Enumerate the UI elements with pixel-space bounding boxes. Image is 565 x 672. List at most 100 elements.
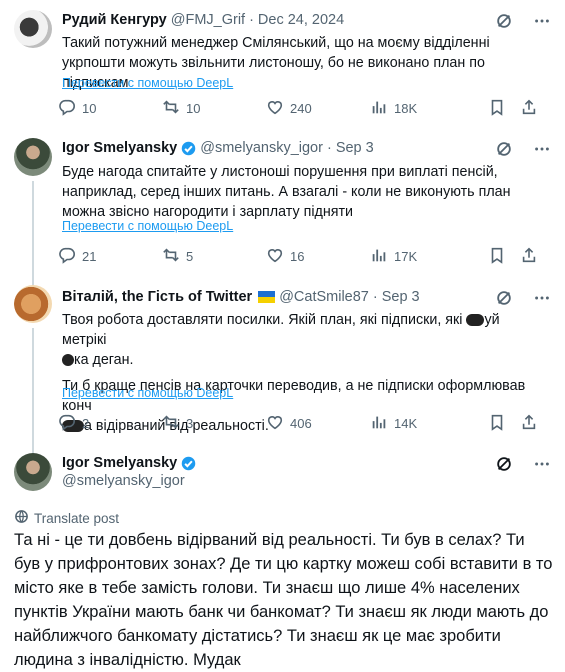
like-button[interactable]: 240 bbox=[266, 98, 370, 119]
text-fragment: Твоя робота доставляти посилки. Якій пла… bbox=[62, 312, 467, 328]
tweet-actions: 21 5 16 17K bbox=[58, 246, 538, 267]
reply-icon bbox=[58, 98, 76, 119]
translate-post-link[interactable]: Translate post bbox=[14, 509, 119, 527]
translate-deepl-link[interactable]: Перевести с помощью DeepL bbox=[62, 386, 233, 400]
tweet-text-line: Твоя робота доставляти посилки. Якій пла… bbox=[62, 310, 542, 350]
grok-icon[interactable] bbox=[495, 289, 513, 312]
bookmark-icon[interactable] bbox=[488, 413, 506, 434]
avatar[interactable] bbox=[14, 10, 52, 48]
separator: · bbox=[326, 140, 332, 156]
tweet-actions: 2 3 406 14K bbox=[58, 413, 538, 434]
translate-deepl-link[interactable]: Перевести с помощью DeepL bbox=[62, 76, 233, 90]
separator: · bbox=[372, 289, 378, 305]
author-name[interactable]: Igor Smelyansky bbox=[62, 455, 177, 471]
reply-count: 10 bbox=[82, 101, 97, 116]
translate-deepl-link[interactable]: Перевести с помощью DeepL bbox=[62, 219, 233, 233]
retweet-count: 5 bbox=[186, 249, 194, 264]
reply-button[interactable]: 21 bbox=[58, 246, 162, 267]
tweet-text: Буде нагода спитайте у листоноші порушен… bbox=[62, 164, 511, 220]
retweet-icon bbox=[162, 246, 180, 267]
tweet-header: Віталій, the Гість of Twitter @CatSmile8… bbox=[62, 289, 420, 305]
bookmark-icon[interactable] bbox=[488, 98, 506, 119]
retweet-icon bbox=[162, 98, 180, 119]
tweet-top-icons bbox=[495, 12, 551, 35]
retweet-button[interactable]: 10 bbox=[162, 98, 266, 119]
like-button[interactable]: 16 bbox=[266, 246, 370, 267]
views-button[interactable]: 14K bbox=[370, 413, 480, 434]
retweet-button[interactable]: 5 bbox=[162, 246, 266, 267]
tweet-text-line: ка деган. bbox=[62, 350, 542, 370]
main-author: Igor Smelyansky @smelyansky_igor bbox=[62, 455, 196, 489]
author-handle[interactable]: @CatSmile87 bbox=[279, 289, 369, 305]
heart-icon bbox=[266, 413, 284, 434]
reply-icon bbox=[58, 246, 76, 267]
avatar[interactable] bbox=[14, 453, 52, 491]
author-name-row: Igor Smelyansky bbox=[62, 455, 196, 471]
reply-button[interactable]: 2 bbox=[58, 413, 162, 434]
tweet-date[interactable]: Sep 3 bbox=[336, 140, 374, 156]
bookmark-icon[interactable] bbox=[488, 246, 506, 267]
tweet-secondary-actions bbox=[488, 98, 538, 119]
reply-button[interactable]: 10 bbox=[58, 98, 162, 119]
share-icon[interactable] bbox=[520, 246, 538, 267]
reply-count: 2 bbox=[82, 416, 90, 431]
share-icon[interactable] bbox=[520, 98, 538, 119]
tweet-secondary-actions bbox=[488, 413, 538, 434]
thread-line bbox=[32, 328, 34, 453]
share-icon[interactable] bbox=[520, 413, 538, 434]
more-icon[interactable] bbox=[533, 455, 551, 478]
author-handle[interactable]: @smelyansky_igor bbox=[62, 473, 196, 489]
censor-mark bbox=[466, 314, 485, 327]
verified-icon bbox=[181, 140, 196, 156]
author-name[interactable]: Віталій, the Гість of Twitter bbox=[62, 289, 252, 305]
grok-icon[interactable] bbox=[495, 455, 513, 478]
censor-mark bbox=[62, 354, 74, 367]
retweet-count: 3 bbox=[186, 416, 194, 431]
text-fragment: ка деган. bbox=[74, 352, 134, 368]
tweet-header: Рудий Кенгуру @FMJ_Grif · Dec 24, 2024 bbox=[62, 12, 344, 28]
grok-icon[interactable] bbox=[495, 12, 513, 35]
like-count: 16 bbox=[290, 249, 305, 264]
views-count: 14K bbox=[394, 416, 418, 431]
more-icon[interactable] bbox=[533, 289, 551, 312]
tweet-top-icons bbox=[495, 455, 551, 478]
translate-post-label: Translate post bbox=[34, 510, 120, 526]
reply-count: 21 bbox=[82, 249, 97, 264]
verified-icon bbox=[181, 455, 196, 471]
tweet-1[interactable]: Рудий Кенгуру @FMJ_Grif · Dec 24, 2024 Т… bbox=[0, 0, 565, 125]
tweet-header: Igor Smelyansky @smelyansky_igor · Sep 3 bbox=[62, 140, 374, 156]
globe-icon bbox=[14, 509, 29, 527]
main-tweet-text: Та ні - це ти довбень відірваний від реа… bbox=[14, 531, 553, 669]
tweet-3[interactable]: Віталій, the Гість of Twitter @CatSmile8… bbox=[0, 280, 565, 453]
grok-icon[interactable] bbox=[495, 140, 513, 163]
tweet-2[interactable]: Igor Smelyansky @smelyansky_igor · Sep 3… bbox=[0, 127, 565, 286]
tweet-date[interactable]: Sep 3 bbox=[382, 289, 420, 305]
more-icon[interactable] bbox=[533, 12, 551, 35]
retweet-count: 10 bbox=[186, 101, 201, 116]
tweet-date[interactable]: Dec 24, 2024 bbox=[258, 12, 344, 28]
avatar[interactable] bbox=[14, 138, 52, 176]
tweet-top-icons bbox=[495, 140, 551, 163]
heart-icon bbox=[266, 246, 284, 267]
views-button[interactable]: 18K bbox=[370, 98, 480, 119]
views-button[interactable]: 17K bbox=[370, 246, 480, 267]
author-name[interactable]: Рудий Кенгуру bbox=[62, 12, 167, 28]
views-icon bbox=[370, 98, 388, 119]
heart-icon bbox=[266, 98, 284, 119]
author-handle[interactable]: @FMJ_Grif bbox=[171, 12, 245, 28]
avatar[interactable] bbox=[14, 285, 52, 323]
tweet-top-icons bbox=[495, 289, 551, 312]
thread-line bbox=[32, 181, 34, 286]
like-button[interactable]: 406 bbox=[266, 413, 370, 434]
retweet-button[interactable]: 3 bbox=[162, 413, 266, 434]
retweet-icon bbox=[162, 413, 180, 434]
views-icon bbox=[370, 246, 388, 267]
author-handle[interactable]: @smelyansky_igor bbox=[200, 140, 323, 156]
reply-icon bbox=[58, 413, 76, 434]
views-count: 18K bbox=[394, 101, 418, 116]
tweet-actions: 10 10 240 18K bbox=[58, 98, 538, 119]
more-icon[interactable] bbox=[533, 140, 551, 163]
like-count: 406 bbox=[290, 416, 312, 431]
tweet-secondary-actions bbox=[488, 246, 538, 267]
author-name[interactable]: Igor Smelyansky bbox=[62, 140, 177, 156]
